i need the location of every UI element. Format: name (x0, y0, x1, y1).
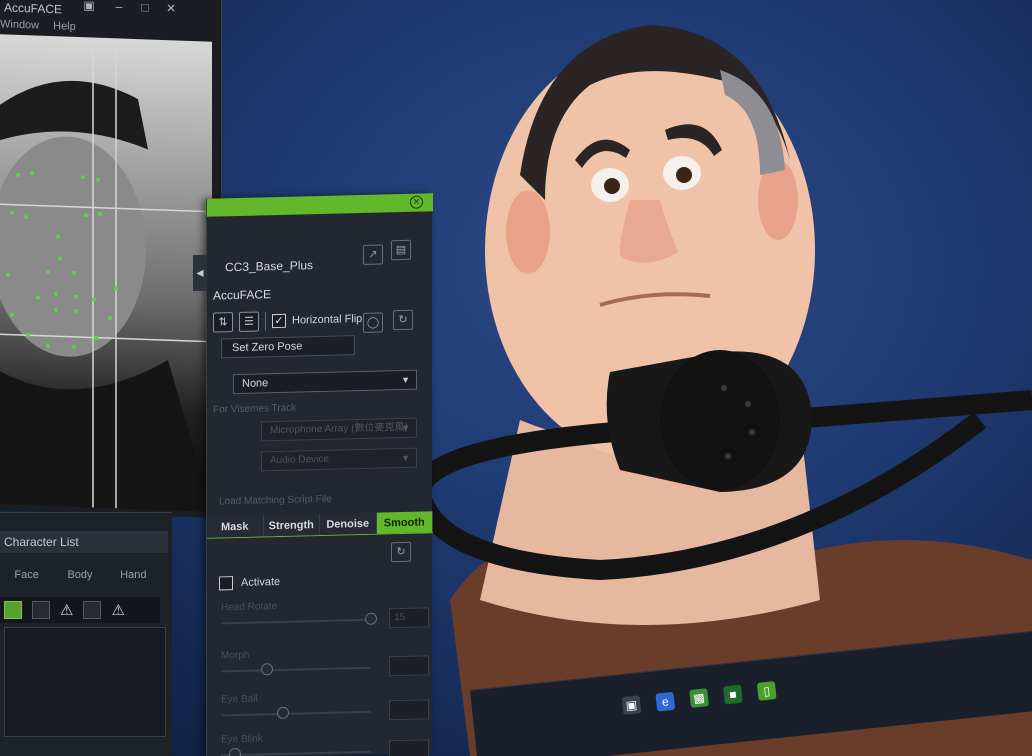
activate-row: Activate (219, 575, 281, 591)
character-list-header: Character List (0, 531, 168, 553)
warning-icon: ⚠ (111, 602, 125, 619)
reset-pose-icon[interactable]: ◯ (363, 312, 383, 333)
character-list-columns: Face Body Hand (0, 569, 160, 589)
column-face: Face (14, 569, 39, 581)
menu-window[interactable]: Window (0, 18, 39, 31)
character-list-row[interactable]: ⚠ ⚠ (0, 597, 160, 623)
slider-label: Morph (221, 649, 250, 662)
minimize-icon[interactable]: – (112, 0, 126, 14)
face-slot-active[interactable] (4, 601, 22, 619)
slider-label: Head Rotate (221, 601, 278, 614)
headset-microphone (606, 350, 812, 492)
maximize-icon[interactable]: □ (138, 0, 152, 14)
horizontal-flip-checkbox[interactable]: ✓ (272, 313, 286, 329)
slider-knob[interactable] (261, 663, 273, 676)
slider-value-field[interactable] (389, 739, 429, 756)
webcam-feed (0, 34, 212, 512)
eye-ball-slider[interactable]: Eye Ball (221, 689, 431, 734)
set-zero-pose-button[interactable]: Set Zero Pose (221, 335, 355, 359)
slider-label: Eye Blink (221, 733, 263, 746)
slider-track[interactable] (221, 750, 371, 756)
source-select-value: None (242, 377, 269, 390)
slider-label: Eye Ball (221, 693, 258, 706)
app-icon[interactable]: ▩ (689, 688, 709, 708)
character-creator-icon[interactable]: ▯ (756, 681, 777, 701)
hand-slot[interactable] (83, 601, 102, 619)
face-tracking-overlay (0, 37, 212, 512)
slider-value-field[interactable]: 15 (389, 607, 429, 629)
morph-slider[interactable]: Morph (221, 645, 431, 690)
microphone-select[interactable]: Microphone Array (數位麥克風) ▼ (261, 417, 417, 442)
reset-icon[interactable]: ↻ (391, 541, 411, 563)
accuface-panel: ✕ ◄ CC3_Base_Plus ↗ ▤ AccuFACE ⇅ ☰ ✓ Hor… (193, 193, 433, 756)
load-script-label: Load Matching Script File (219, 493, 332, 508)
audio-device-select[interactable]: Audio Device ▼ (261, 447, 417, 472)
body-slot[interactable] (32, 601, 50, 619)
activate-checkbox[interactable] (219, 576, 233, 591)
edge-icon[interactable]: e (655, 691, 676, 712)
tab-strength[interactable]: Strength (263, 513, 320, 537)
avatar-name: CC3_Base_Plus (225, 258, 314, 275)
webcam-menu-bar: Window Help (0, 18, 76, 33)
activate-label: Activate (241, 575, 281, 589)
source-select[interactable]: None ▼ (233, 369, 417, 395)
slider-track[interactable] (221, 710, 371, 717)
microphone-select-value: Microphone Array (數位麥克風) (270, 421, 408, 437)
eye-blink-slider[interactable]: Eye Blink (221, 729, 431, 756)
character-left-ear (506, 190, 550, 274)
iclone-icon[interactable]: ■ (723, 684, 743, 705)
toolbar-divider (265, 312, 266, 331)
column-body: Body (67, 569, 93, 581)
sync-icon[interactable]: ⇅ (213, 312, 233, 333)
chevron-down-icon: ▼ (401, 422, 410, 433)
head-rotate-slider[interactable]: Head Rotate 15 (221, 597, 431, 642)
export-icon[interactable]: ↗ (363, 244, 383, 265)
horizontal-flip-label: Horizontal Flip (292, 312, 363, 327)
restore-icon[interactable]: ▣ (82, 0, 96, 13)
window-icon[interactable]: ▣ (621, 695, 642, 716)
character-list-body (4, 627, 166, 737)
tracked-face (0, 136, 146, 357)
refresh-icon[interactable]: ↻ (393, 309, 413, 331)
accuface-tabs: Mask Strength Denoise Smooth (207, 511, 433, 539)
character-list-panel: Character List Face Body Hand ⚠ ⚠ (0, 512, 172, 756)
slider-value-field[interactable] (389, 655, 429, 677)
slider-track[interactable] (221, 666, 371, 673)
slider-track[interactable] (221, 618, 371, 625)
list-icon[interactable]: ☰ (239, 311, 259, 332)
tab-mask[interactable]: Mask (207, 515, 264, 538)
chevron-down-icon: ▼ (401, 374, 410, 385)
slider-knob[interactable] (365, 612, 377, 625)
column-hand: Hand (120, 569, 147, 581)
audio-device-value: Audio Device (270, 453, 329, 467)
accuface-title: AccuFACE (213, 287, 272, 303)
slider-knob[interactable] (277, 706, 289, 720)
accuface-toolbar: ⇅ ☰ ✓ Horizontal Flip (213, 309, 362, 333)
close-icon[interactable]: ✕ (410, 195, 423, 209)
close-icon[interactable]: ✕ (164, 1, 178, 15)
taskbar-icons: ▣ e ▩ ■ ▯ (621, 681, 777, 716)
slider-knob[interactable] (229, 747, 241, 756)
tab-denoise[interactable]: Denoise (320, 512, 377, 535)
collapse-arrow-icon[interactable]: ◄ (193, 254, 207, 292)
webcam-window-title: AccuFACE (4, 0, 63, 17)
chevron-down-icon: ▼ (401, 452, 410, 463)
slider-value-field[interactable] (389, 699, 429, 721)
tab-smooth[interactable]: Smooth (376, 511, 433, 534)
visemes-track-label: For Visemes Track (213, 402, 297, 416)
save-icon[interactable]: ▤ (391, 239, 411, 261)
menu-help[interactable]: Help (53, 20, 76, 33)
warning-icon: ⚠ (60, 602, 74, 619)
webcam-window[interactable]: AccuFACE ▣ – □ ✕ Window Help (0, 0, 222, 519)
